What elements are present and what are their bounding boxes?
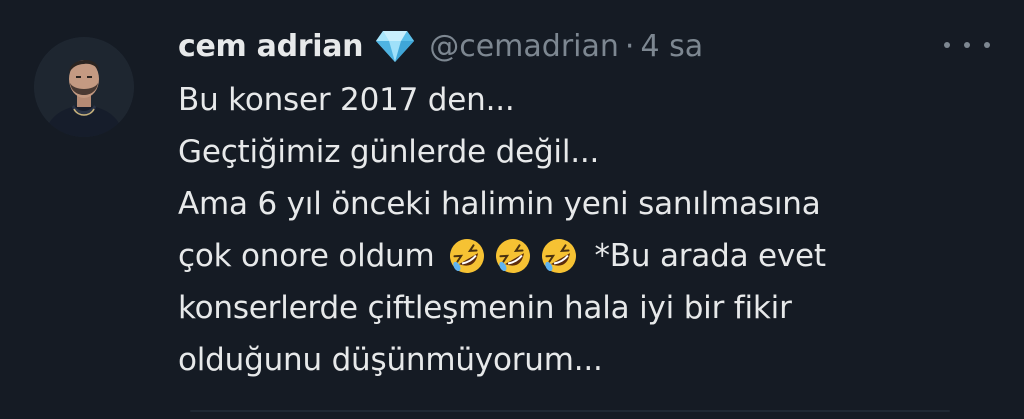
more-dot: [984, 42, 990, 48]
more-dot: [964, 42, 970, 48]
tweet-line: Geçtiğimiz günlerde değil...: [178, 134, 600, 170]
tweet-line: Ama 6 yıl önceki halimin yeni sanılmasın…: [178, 186, 821, 222]
tweet-line: olduğunu düşünmüyorum...: [178, 342, 603, 378]
tweet-text: Bu konser 2017 den... Geçtiğimiz günlerd…: [178, 74, 998, 386]
tweet-card[interactable]: cem adrian @cemadrian · 4 sa Bu konser 2…: [0, 0, 1024, 419]
avatar[interactable]: [34, 37, 134, 137]
separator-dot: ·: [624, 28, 635, 64]
tweet-line: konserlerde çiftleşmenin hala iyi bir fi…: [178, 290, 792, 326]
author-name[interactable]: cem adrian: [178, 29, 364, 64]
diamond-icon: [375, 29, 415, 63]
timestamp[interactable]: 4 sa: [640, 29, 703, 64]
author-handle[interactable]: @cemadrian: [429, 29, 619, 64]
rolling-on-floor-laughing-icon: [447, 236, 487, 276]
rolling-on-floor-laughing-icon: [539, 236, 579, 276]
more-dot: [944, 42, 950, 48]
quoted-media-edge: [190, 410, 950, 412]
tweet-line: Bu konser 2017 den...: [178, 82, 515, 118]
tweet-line-with-emoji: çok onore oldum *Bu arada evet: [178, 230, 998, 282]
tweet-text-fragment: çok onore oldum: [178, 238, 435, 274]
more-horizontal-icon[interactable]: [944, 30, 990, 60]
tweet-header: cem adrian @cemadrian · 4 sa: [178, 24, 703, 68]
tweet-text-fragment: *Bu arada evet: [594, 238, 827, 274]
emoji-group: [447, 236, 585, 276]
rolling-on-floor-laughing-icon: [493, 236, 533, 276]
